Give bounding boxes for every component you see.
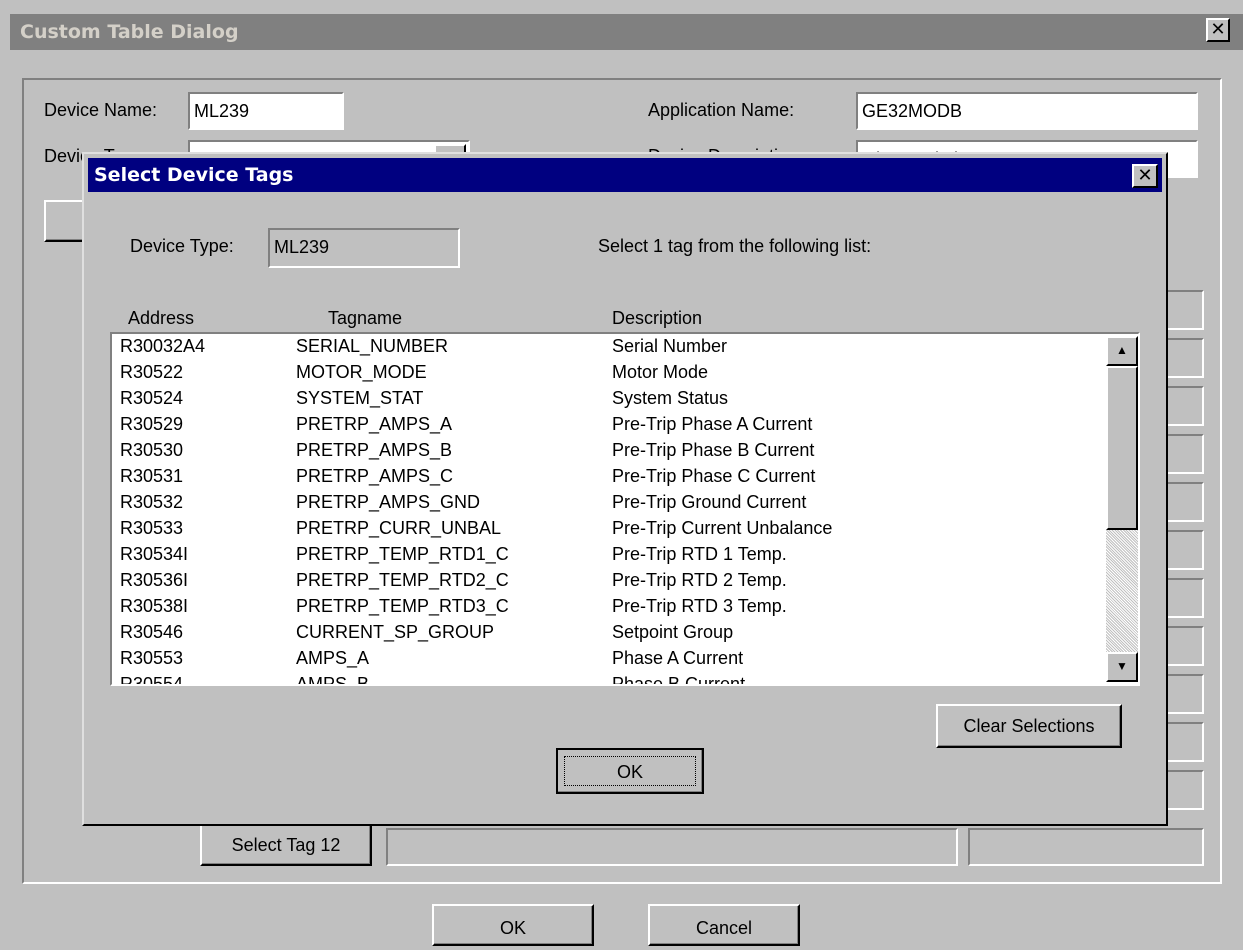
cell-address: R30534I: [120, 544, 189, 564]
table-row[interactable]: R30032A4 SERIAL_NUMBER Serial Number: [112, 336, 1102, 362]
cell-tagname: PRETRP_TEMP_RTD3_C: [296, 596, 509, 616]
outer-close-button[interactable]: ✕: [1206, 18, 1230, 42]
application-name-field[interactable]: GE32MODB: [856, 92, 1198, 130]
dialog-device-type-label: Device Type:: [130, 236, 234, 256]
dialog-ok-button[interactable]: OK: [556, 748, 704, 794]
table-row[interactable]: R30529 PRETRP_AMPS_A Pre-Trip Phase A Curr…: [112, 414, 1102, 440]
cell-address: R30532: [120, 492, 184, 512]
dialog-close-button[interactable]: ✕: [1132, 164, 1158, 188]
table-row[interactable]: R30531 PRETRP_AMPS_C Pre-Trip Phase C Curr…: [112, 466, 1102, 492]
dialog-ok-label: OK: [616, 762, 643, 782]
table-row[interactable]: R30532 PRETRP_AMPS_GND Pre-Trip Ground Cur…: [112, 492, 1102, 518]
outer-ok-button[interactable]: OK: [432, 904, 594, 946]
column-header-address: Address: [128, 308, 195, 328]
cell-tagname: SERIAL_NUMBER: [296, 336, 449, 356]
scrollbar-track[interactable]: [1106, 530, 1138, 652]
tag-list-rows: R30032A4 SERIAL_NUMBER Serial Number R30522…: [112, 334, 1102, 684]
cell-description: Pre-Trip RTD 1 Temp.: [612, 544, 787, 564]
cell-address: R30530: [120, 440, 184, 460]
table-row[interactable]: R30524 SYSTEM_STAT System Status: [112, 388, 1102, 414]
table-row[interactable]: R30546 CURRENT_SP_GROUP Setpoint Group: [112, 622, 1102, 648]
dialog-title: Select Device Tags: [94, 164, 294, 186]
cell-tagname: PRETRP_AMPS_C: [296, 466, 454, 486]
scroll-down-icon: ▼: [1116, 659, 1128, 673]
cell-description: Pre-Trip Ground Current: [612, 492, 807, 512]
cell-tagname: PRETRP_AMPS_GND: [296, 492, 481, 512]
application-name-label: Application Name:: [648, 100, 795, 120]
cell-description: Pre-Trip RTD 3 Temp.: [612, 596, 787, 616]
cell-description: Pre-Trip Current Unbalance: [612, 518, 833, 538]
cell-tagname: CURRENT_SP_GROUP: [296, 622, 495, 642]
cell-tagname: PRETRP_TEMP_RTD2_C: [296, 570, 509, 590]
cell-description: Phase A Current: [612, 648, 744, 668]
tag-12-description-field[interactable]: [968, 828, 1204, 866]
cell-address: R30522: [120, 362, 184, 382]
cell-description: Pre-Trip Phase A Current: [612, 414, 813, 434]
select-tag-12-button[interactable]: Select Tag 12: [200, 824, 372, 866]
cell-description: Phase B Current: [612, 674, 746, 684]
cell-address: R30553: [120, 648, 184, 668]
column-header-tagname: Tagname: [328, 308, 403, 328]
instruction-text: Select 1 tag from the following list:: [598, 236, 872, 256]
cell-address: R30546: [120, 622, 184, 642]
tag-12-name-field[interactable]: [386, 828, 958, 866]
scroll-up-button[interactable]: ▲: [1106, 336, 1138, 366]
cell-tagname: AMPS_A: [296, 648, 370, 668]
cell-tagname: PRETRP_AMPS_B: [296, 440, 453, 460]
cell-description: Pre-Trip Phase B Current: [612, 440, 815, 460]
cell-tagname: PRETRP_CURR_UNBAL: [296, 518, 502, 538]
cell-tagname: MOTOR_MODE: [296, 362, 427, 382]
outer-window-title: Custom Table Dialog: [20, 21, 239, 43]
select-device-tags-dialog: Select Device Tags ✕ Device Type: ML239 …: [82, 152, 1168, 826]
table-row[interactable]: R30554 AMPS_B Phase B Current: [112, 674, 1102, 684]
outer-titlebar: Custom Table Dialog: [10, 14, 1243, 50]
device-name-label: Device Name:: [44, 100, 158, 120]
cell-description: Setpoint Group: [612, 622, 734, 642]
cell-address: R30536I: [120, 570, 189, 590]
table-row[interactable]: R30534I PRETRP_TEMP_RTD1_C Pre-Trip RTD 1 …: [112, 544, 1102, 570]
cell-description: Pre-Trip RTD 2 Temp.: [612, 570, 787, 590]
cell-description: Serial Number: [612, 336, 728, 356]
outer-cancel-button[interactable]: Cancel: [648, 904, 800, 946]
device-name-field[interactable]: ML239: [188, 92, 344, 130]
scroll-up-icon: ▲: [1116, 343, 1128, 357]
table-row[interactable]: R30533 PRETRP_CURR_UNBAL Pre-Trip Current …: [112, 518, 1102, 544]
cell-address: R30554: [120, 674, 184, 684]
table-row[interactable]: R30536I PRETRP_TEMP_RTD2_C Pre-Trip RTD 2 …: [112, 570, 1102, 596]
close-icon: ✕: [1210, 19, 1226, 40]
cell-address: R30032A4: [120, 336, 206, 356]
clear-selections-button[interactable]: Clear Selections: [936, 704, 1122, 748]
dialog-device-type-field: ML239: [268, 228, 460, 268]
cell-address: R30533: [120, 518, 184, 538]
dialog-titlebar: Select Device Tags: [88, 158, 1162, 192]
cell-address: R30531: [120, 466, 184, 486]
scroll-down-button[interactable]: ▼: [1106, 652, 1138, 682]
cell-address: R30529: [120, 414, 184, 434]
table-row[interactable]: R30538I PRETRP_TEMP_RTD3_C Pre-Trip RTD 3 …: [112, 596, 1102, 622]
cell-description: Motor Mode: [612, 362, 709, 382]
cell-tagname: PRETRP_TEMP_RTD1_C: [296, 544, 509, 564]
ok-focus-rect: OK: [564, 756, 696, 786]
table-row[interactable]: R30553 AMPS_A Phase A Current: [112, 648, 1102, 674]
cell-tagname: PRETRP_AMPS_A: [296, 414, 453, 434]
table-row[interactable]: R30530 PRETRP_AMPS_B Pre-Trip Phase B Curr…: [112, 440, 1102, 466]
cell-tagname: SYSTEM_STAT: [296, 388, 424, 408]
tag-list[interactable]: R30032A4 SERIAL_NUMBER Serial Number R30522…: [110, 332, 1140, 686]
cell-address: R30524: [120, 388, 184, 408]
cell-description: Pre-Trip Phase C Current: [612, 466, 816, 486]
cell-tagname: AMPS_B: [296, 674, 370, 684]
cell-address: R30538I: [120, 596, 189, 616]
column-header-description: Description: [612, 308, 703, 328]
cell-description: System Status: [612, 388, 729, 408]
close-icon: ✕: [1137, 165, 1153, 186]
scrollbar-thumb[interactable]: [1106, 366, 1138, 530]
table-row[interactable]: R30522 MOTOR_MODE Motor Mode: [112, 362, 1102, 388]
